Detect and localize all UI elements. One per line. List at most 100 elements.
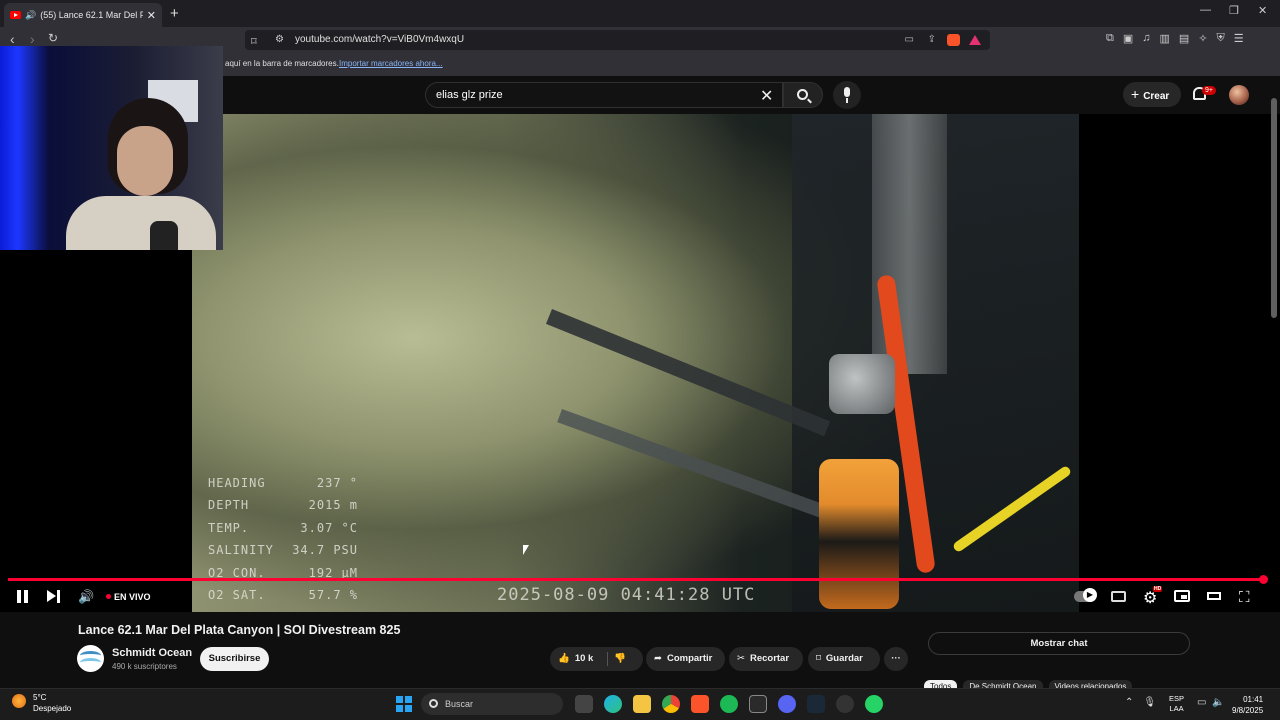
- miniplayer-icon[interactable]: [1174, 590, 1190, 602]
- close-tab-icon[interactable]: ✕: [147, 9, 156, 22]
- whatsapp-icon[interactable]: [865, 695, 883, 713]
- site-info-icon[interactable]: ⚙: [275, 30, 284, 50]
- bookmarks-hint: aquí en la barra de marcadores.: [225, 59, 339, 68]
- video-timestamp: 2025-08-09 04:41:28 UTC: [497, 585, 756, 605]
- channel-avatar[interactable]: [77, 645, 104, 672]
- page-scrollbar[interactable]: [1271, 78, 1277, 688]
- url-text: youtube.com/watch?v=ViB0Vm4wxqU: [295, 34, 465, 45]
- close-window-button[interactable]: ✕: [1258, 4, 1267, 17]
- brave-shields-icon[interactable]: [947, 34, 960, 46]
- clip-button[interactable]: ✂ Recortar: [729, 647, 803, 671]
- vpn-icon[interactable]: ⛨: [1217, 32, 1225, 45]
- volume-tray-icon[interactable]: 🔈: [1212, 697, 1224, 708]
- volume-icon[interactable]: 🔊: [78, 589, 94, 605]
- theater-mode-icon[interactable]: [1207, 592, 1221, 600]
- reload-button[interactable]: ↻: [48, 31, 58, 45]
- cast-icon[interactable]: ▭: [905, 30, 914, 50]
- live-dot-icon: [106, 594, 111, 599]
- webcam-overlay: [0, 46, 223, 250]
- bookmark-icon[interactable]: ⌑: [251, 32, 257, 52]
- spotify-icon[interactable]: [720, 695, 738, 713]
- progress-scrubber[interactable]: [1259, 575, 1268, 584]
- obs-icon[interactable]: [836, 695, 854, 713]
- extensions-icon[interactable]: ⧉: [1106, 32, 1114, 45]
- next-button[interactable]: [47, 590, 61, 603]
- rov-rail-lower: [557, 409, 826, 518]
- speaker-icon[interactable]: 🔊: [25, 10, 36, 21]
- voice-search-icon[interactable]: [833, 81, 861, 109]
- screenshot-icon[interactable]: ▣: [1123, 32, 1133, 45]
- search-button[interactable]: [783, 82, 823, 108]
- telemetry-row: O2 SAT. 57.7 %: [208, 584, 358, 606]
- wallet-icon[interactable]: ▤: [1179, 32, 1189, 45]
- pause-button[interactable]: [17, 590, 29, 603]
- scrollbar-thumb[interactable]: [1271, 98, 1277, 318]
- minimize-button[interactable]: —: [1200, 4, 1211, 16]
- import-bookmarks-link[interactable]: Importar marcadores ahora...: [339, 59, 443, 68]
- autoplay-toggle[interactable]: [1074, 588, 1097, 602]
- edge-icon[interactable]: [604, 695, 622, 713]
- leo-ai-icon[interactable]: ✧: [1198, 32, 1207, 45]
- browser-tab-active[interactable]: 🔊 (55) Lance 62.1 Mar Del Plata Ca ✕: [4, 3, 162, 27]
- chrome-icon[interactable]: [662, 695, 680, 713]
- steam-icon[interactable]: [807, 695, 825, 713]
- fullscreen-icon[interactable]: ⛶: [1239, 589, 1250, 606]
- brave-rewards-icon[interactable]: [969, 35, 981, 45]
- epic-games-icon[interactable]: [749, 695, 767, 713]
- telemetry-label: DEPTH: [208, 498, 250, 513]
- telemetry-value: 3.07 °C: [300, 520, 358, 535]
- subscribe-button[interactable]: Suscribirse: [200, 647, 269, 671]
- create-button[interactable]: + Crear: [1123, 82, 1181, 107]
- live-indicator[interactable]: EN VIVO: [106, 592, 151, 602]
- metal-canister: [829, 354, 895, 414]
- save-button[interactable]: ⌑ Guardar: [808, 647, 880, 671]
- more-actions-button[interactable]: ···: [884, 647, 908, 671]
- subtitles-icon[interactable]: [1111, 591, 1126, 602]
- telemetry-row: HEADING 237 °: [208, 472, 358, 494]
- telemetry-row: TEMP. 3.07 °C: [208, 517, 358, 539]
- tray-overflow-icon[interactable]: ⌃: [1125, 697, 1133, 708]
- show-chat-button[interactable]: Mostrar chat: [928, 632, 1190, 655]
- language-indicator[interactable]: ESP LAA: [1169, 694, 1184, 714]
- thumbs-up-icon[interactable]: 👍: [558, 653, 570, 664]
- windows-start-icon[interactable]: [396, 696, 412, 712]
- telemetry-label: TEMP.: [208, 520, 250, 535]
- network-icon[interactable]: ▭: [1197, 697, 1206, 708]
- search-icon: [797, 89, 808, 100]
- maximize-button[interactable]: ❐: [1229, 4, 1239, 17]
- thumbs-down-icon[interactable]: 👎: [614, 647, 626, 671]
- lang-top: ESP: [1169, 694, 1185, 703]
- menu-icon[interactable]: ☰: [1234, 32, 1244, 45]
- task-view-icon[interactable]: [575, 695, 593, 713]
- channel-name[interactable]: Schmidt Ocean: [112, 647, 192, 659]
- share-page-icon[interactable]: ⇪: [928, 30, 936, 50]
- sidebar-icon[interactable]: ▥: [1160, 32, 1170, 45]
- scissors-icon: ✂: [737, 653, 745, 664]
- weather-widget[interactable]: 5°C Despejado: [12, 692, 71, 714]
- browser-tab-bar: 🔊 (55) Lance 62.1 Mar Del Plata Ca ✕ + —…: [0, 0, 1280, 27]
- share-button[interactable]: ➦ Compartir: [646, 647, 725, 671]
- clear-search-icon[interactable]: ✕: [760, 86, 773, 106]
- account-avatar[interactable]: [1229, 85, 1249, 105]
- taskbar-search-icon: [429, 699, 438, 708]
- forward-button[interactable]: ›: [30, 31, 35, 47]
- new-tab-button[interactable]: +: [170, 5, 179, 22]
- telemetry-overlay: HEADING 237 ° DEPTH 2015 m TEMP. 3.07 °C SALIN…: [208, 472, 358, 606]
- taskbar-search[interactable]: Buscar: [421, 693, 563, 715]
- back-button[interactable]: ‹: [10, 31, 15, 47]
- tray-mic-icon[interactable]: 🎙: [1143, 697, 1156, 708]
- file-explorer-icon[interactable]: [633, 695, 651, 713]
- brave-icon[interactable]: [691, 695, 709, 713]
- music-icon[interactable]: ♫: [1142, 32, 1150, 45]
- url-field[interactable]: ⌑ ⚙ youtube.com/watch?v=ViB0Vm4wxqU ▭ ⇪: [245, 30, 990, 50]
- video-title: Lance 62.1 Mar Del Plata Canyon | SOI Di…: [78, 623, 401, 637]
- discord-icon[interactable]: [778, 695, 796, 713]
- plus-icon: +: [1131, 86, 1140, 102]
- youtube-favicon-icon: [10, 11, 21, 19]
- search-input[interactable]: elias glz prize: [425, 82, 783, 108]
- webcam-body: [66, 196, 216, 250]
- progress-bar[interactable]: [8, 578, 1264, 581]
- like-count[interactable]: 10 k: [575, 653, 594, 664]
- screen: 🔊 (55) Lance 62.1 Mar Del Plata Ca ✕ + —…: [0, 0, 1280, 720]
- taskbar-clock[interactable]: 01:41 9/8/2025: [1232, 694, 1263, 716]
